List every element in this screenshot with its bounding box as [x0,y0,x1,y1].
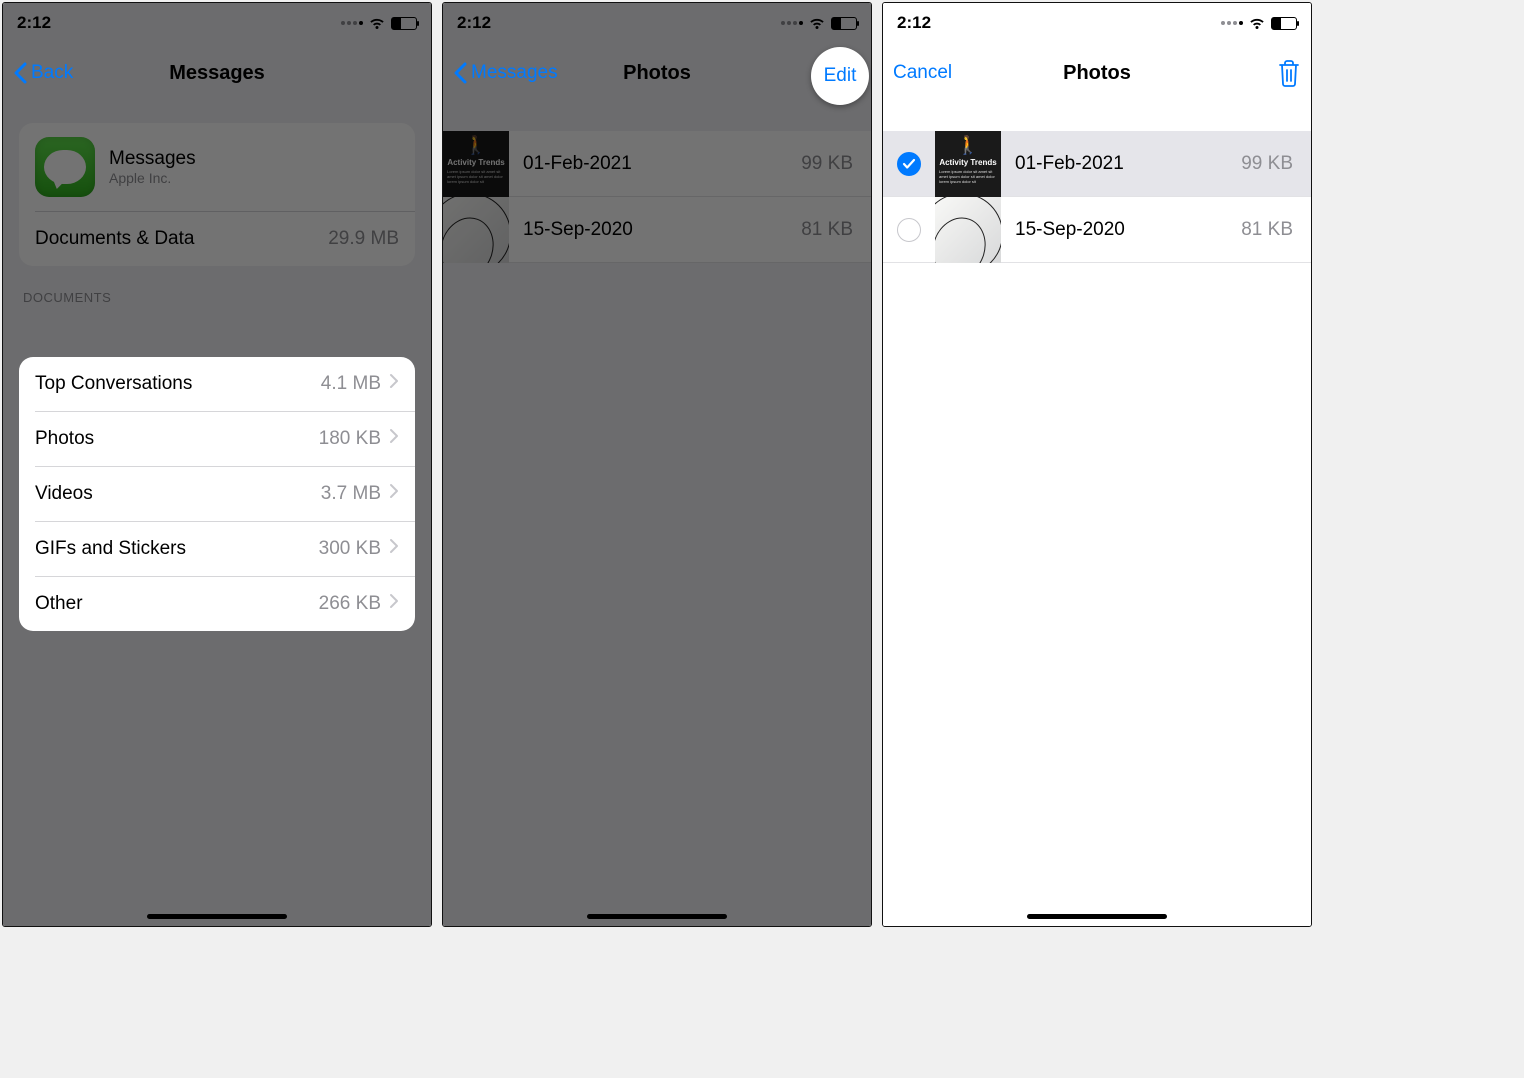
signal-icon [341,21,363,25]
wifi-icon [1248,17,1266,30]
screen-photos-list: 2:12 Messages Photos Edit 🚶 [442,2,872,927]
cancel-label: Cancel [893,62,952,84]
photo-thumbnail: 🚶 Activity Trends Lorem ipsum dolor sit … [935,131,1001,197]
nav-bar: Back Messages [3,43,431,103]
chevron-right-icon [389,593,399,615]
list-item[interactable]: Other 266 KB [19,577,415,631]
home-indicator[interactable] [587,914,727,919]
photo-thumbnail [443,197,509,263]
documents-data-value: 29.9 MB [328,228,399,250]
status-bar: 2:12 [883,3,1311,43]
chevron-right-icon [389,483,399,505]
delete-button[interactable] [1277,59,1301,87]
status-time: 2:12 [17,13,51,33]
list-item[interactable]: 15-Sep-2020 81 KB [883,197,1311,263]
photo-thumbnail: 🚶 Activity Trends Lorem ipsum dolor sit … [443,131,509,197]
app-info-card: Messages Apple Inc. Documents & Data 29.… [19,123,415,266]
documents-list: Top Conversations 4.1 MB Photos 180 KB [19,357,415,631]
walking-person-icon: 🚶 [465,135,487,156]
chevron-back-icon [13,62,27,84]
app-name: Messages [109,148,196,170]
signal-icon [781,21,803,25]
photo-thumbnail [935,197,1001,263]
chevron-right-icon [389,538,399,560]
list-item[interactable]: Photos 180 KB [19,412,415,466]
screen-photos-edit: 2:12 Cancel Photos [882,2,1312,927]
list-item[interactable]: Videos 3.7 MB [19,467,415,521]
back-button[interactable]: Back [13,62,73,84]
chevron-right-icon [389,428,399,450]
list-item[interactable]: GIFs and Stickers 300 KB [19,522,415,576]
list-item[interactable]: 15-Sep-2020 81 KB [443,197,871,263]
documents-data-label: Documents & Data [35,228,194,250]
screen-messages-storage: 2:12 Back Messages [2,2,432,927]
trash-icon [1277,59,1301,87]
status-bar: 2:12 [443,3,871,43]
cancel-button[interactable]: Cancel [893,62,952,84]
nav-bar: Messages Photos Edit [443,43,871,103]
nav-bar: Cancel Photos [883,43,1311,103]
battery-icon [831,17,857,30]
battery-icon [1271,17,1297,30]
photos-list-edit: 🚶 Activity Trends Lorem ipsum dolor sit … [883,131,1311,263]
status-time: 2:12 [457,13,491,33]
back-label: Back [31,62,73,84]
list-item[interactable]: Top Conversations 4.1 MB [19,357,415,411]
app-vendor: Apple Inc. [109,170,196,186]
list-item[interactable]: 🚶 Activity Trends Lorem ipsum dolor sit … [883,131,1311,197]
edit-highlight-circle[interactable]: Edit [811,47,869,105]
messages-app-icon [35,137,95,197]
selection-checkbox[interactable] [897,218,921,242]
section-header-documents: DOCUMENTS [19,290,415,315]
list-item[interactable]: 🚶 Activity Trends Lorem ipsum dolor sit … [443,131,871,197]
signal-icon [1221,21,1243,25]
home-indicator[interactable] [1027,914,1167,919]
back-button[interactable]: Messages [453,62,558,84]
chevron-back-icon [453,62,467,84]
status-bar: 2:12 [3,3,431,43]
wifi-icon [808,17,826,30]
battery-icon [391,17,417,30]
selection-checkbox[interactable] [897,152,921,176]
back-label: Messages [471,62,558,84]
chevron-right-icon [389,373,399,395]
documents-data-row: Documents & Data 29.9 MB [19,212,415,266]
photos-list: 🚶 Activity Trends Lorem ipsum dolor sit … [443,131,871,263]
wifi-icon [368,17,386,30]
walking-person-icon: 🚶 [957,135,979,156]
home-indicator[interactable] [147,914,287,919]
status-time: 2:12 [897,13,931,33]
